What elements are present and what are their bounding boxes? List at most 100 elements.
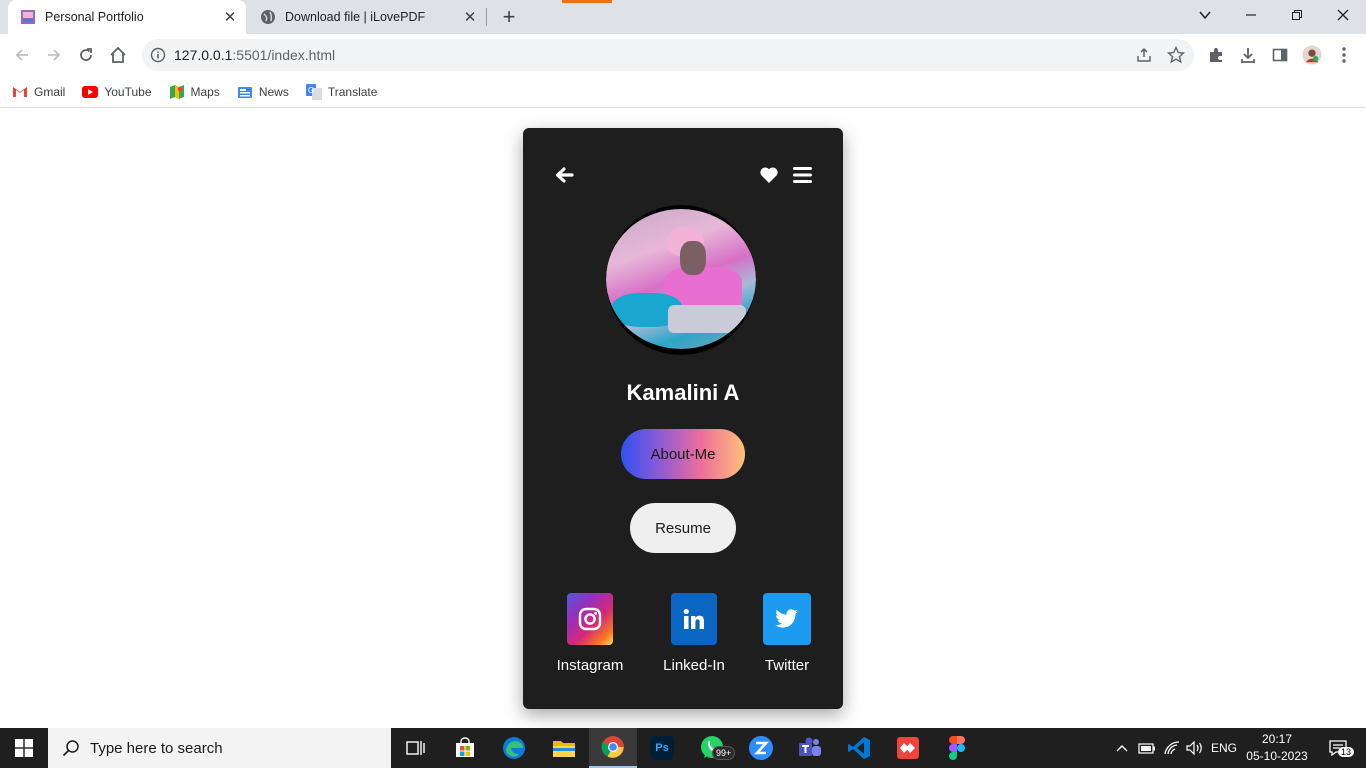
- home-button[interactable]: [104, 41, 132, 69]
- close-window-button[interactable]: [1320, 0, 1366, 30]
- profile-avatar: [606, 205, 756, 355]
- store-icon: [456, 737, 474, 757]
- tab-separator: [486, 8, 487, 26]
- side-panel-button[interactable]: [1270, 45, 1290, 65]
- bookmark-youtube[interactable]: YouTube: [82, 84, 152, 100]
- tab-close-icon[interactable]: ✕: [218, 5, 242, 29]
- restore-button[interactable]: [1274, 0, 1320, 30]
- forward-button[interactable]: [40, 41, 68, 69]
- task-view-icon: [406, 741, 425, 755]
- news-icon: [237, 84, 253, 100]
- taskbar-figma[interactable]: [933, 728, 981, 768]
- tab-search-button[interactable]: [1182, 0, 1228, 30]
- hamburger-menu-icon[interactable]: [793, 166, 812, 184]
- avatar-icon: [1302, 45, 1322, 65]
- heart-icon[interactable]: [759, 165, 779, 185]
- zoom-icon: [749, 736, 773, 760]
- recording-indicator: [562, 0, 612, 3]
- new-tab-button[interactable]: +: [496, 4, 522, 30]
- social-linkedin[interactable]: Linked-In: [649, 593, 739, 674]
- taskbar-edge[interactable]: [490, 728, 538, 768]
- bookmark-gmail[interactable]: Gmail: [12, 84, 65, 100]
- chrome-menu-button[interactable]: [1334, 45, 1354, 65]
- windows-logo-icon: [15, 739, 33, 757]
- language-indicator[interactable]: ENG: [1208, 728, 1240, 768]
- clock-date: 05-10-2023: [1246, 749, 1308, 763]
- task-view-button[interactable]: [392, 728, 440, 768]
- tab-close-icon[interactable]: ✕: [458, 5, 482, 29]
- battery-tray[interactable]: [1136, 728, 1158, 768]
- minimize-button[interactable]: [1228, 0, 1274, 30]
- taskbar-search-box[interactable]: Type here to search: [48, 728, 391, 768]
- resume-button[interactable]: Resume: [630, 503, 736, 553]
- search-icon: [62, 740, 79, 757]
- portfolio-favicon-icon: [21, 10, 35, 24]
- chevron-down-icon: [1199, 11, 1211, 20]
- about-me-button[interactable]: About-Me: [621, 429, 745, 479]
- browser-toolbar: 127.0.0.1:5501/index.html: [0, 34, 1366, 76]
- bookmark-star-icon[interactable]: [1167, 46, 1185, 64]
- page-viewport: Kamalini A About-Me Resume Instagram Lin…: [0, 109, 1366, 728]
- notification-center-button[interactable]: 13: [1318, 728, 1358, 768]
- back-button[interactable]: [8, 41, 36, 69]
- tab-personal-portfolio[interactable]: Personal Portfolio ✕: [8, 0, 246, 34]
- bookmark-maps[interactable]: Maps: [169, 84, 220, 100]
- network-tray[interactable]: [1161, 728, 1183, 768]
- profile-card: Kamalini A About-Me Resume Instagram Lin…: [523, 128, 843, 709]
- social-twitter[interactable]: Twitter: [742, 593, 832, 674]
- volume-tray[interactable]: [1184, 728, 1206, 768]
- taskbar-store[interactable]: [441, 728, 489, 768]
- share-icon[interactable]: [1136, 47, 1152, 63]
- profile-photo: [606, 209, 756, 349]
- chevron-up-icon: [1116, 745, 1128, 752]
- profile-button[interactable]: [1302, 45, 1322, 65]
- tab-title: Personal Portfolio: [45, 10, 144, 24]
- downloads-button[interactable]: [1238, 45, 1258, 65]
- social-instagram[interactable]: Instagram: [545, 593, 635, 674]
- chrome-icon: [601, 736, 624, 758]
- start-button[interactable]: [0, 728, 48, 768]
- taskbar-vscode[interactable]: [835, 728, 883, 768]
- tab-strip: Personal Portfolio ✕ Download file | iLo…: [0, 0, 1366, 34]
- profile-name: Kamalini A: [626, 380, 740, 405]
- info-icon[interactable]: [150, 47, 166, 63]
- url-path: :5501/index.html: [232, 47, 336, 63]
- bookmarks-bar: Gmail YouTube Maps News G Translate: [0, 76, 1366, 108]
- notification-badge: 13: [1338, 747, 1355, 757]
- taskbar-whatsapp[interactable]: 99+: [688, 728, 736, 768]
- url-host: 127.0.0.1: [174, 47, 233, 63]
- back-arrow-icon[interactable]: [554, 165, 574, 185]
- taskbar-teams[interactable]: [786, 728, 834, 768]
- bookmark-translate[interactable]: G Translate: [305, 83, 377, 100]
- more-vertical-icon: [1342, 47, 1346, 63]
- battery-icon: [1138, 743, 1155, 754]
- url-text: 127.0.0.1:5501/index.html: [174, 47, 335, 63]
- tab-title: Download file | iLovePDF: [285, 10, 426, 24]
- show-hidden-icons[interactable]: [1112, 728, 1132, 768]
- taskbar-chrome[interactable]: [589, 728, 637, 768]
- close-icon: [1337, 9, 1349, 21]
- taskbar-photoshop[interactable]: Ps: [638, 728, 686, 768]
- taskbar-clock[interactable]: 20:17 05-10-2023: [1244, 731, 1310, 765]
- address-bar[interactable]: 127.0.0.1:5501/index.html: [142, 39, 1194, 71]
- bookmark-news[interactable]: News: [237, 84, 289, 100]
- taskbar-zoom[interactable]: [737, 728, 785, 768]
- reload-button[interactable]: [72, 41, 100, 69]
- bookmark-label: News: [258, 84, 289, 99]
- instagram-icon[interactable]: [567, 593, 613, 645]
- tab-ilovepdf[interactable]: Download file | iLovePDF ✕: [250, 0, 486, 34]
- puzzle-icon: [1210, 48, 1222, 62]
- globe-icon: [261, 10, 275, 24]
- twitter-icon[interactable]: [763, 593, 811, 645]
- social-label: Instagram: [556, 657, 624, 674]
- edge-icon: [503, 737, 525, 759]
- clock-time: 20:17: [1261, 732, 1293, 746]
- download-icon: [1241, 48, 1255, 63]
- gmail-icon: [12, 84, 28, 100]
- taskbar-file-explorer[interactable]: [540, 728, 588, 768]
- svg-text:G: G: [308, 86, 314, 95]
- linkedin-icon[interactable]: [671, 593, 717, 645]
- extensions-button[interactable]: [1206, 45, 1226, 65]
- figma-icon: [949, 736, 965, 760]
- taskbar-anydesk[interactable]: [884, 728, 932, 768]
